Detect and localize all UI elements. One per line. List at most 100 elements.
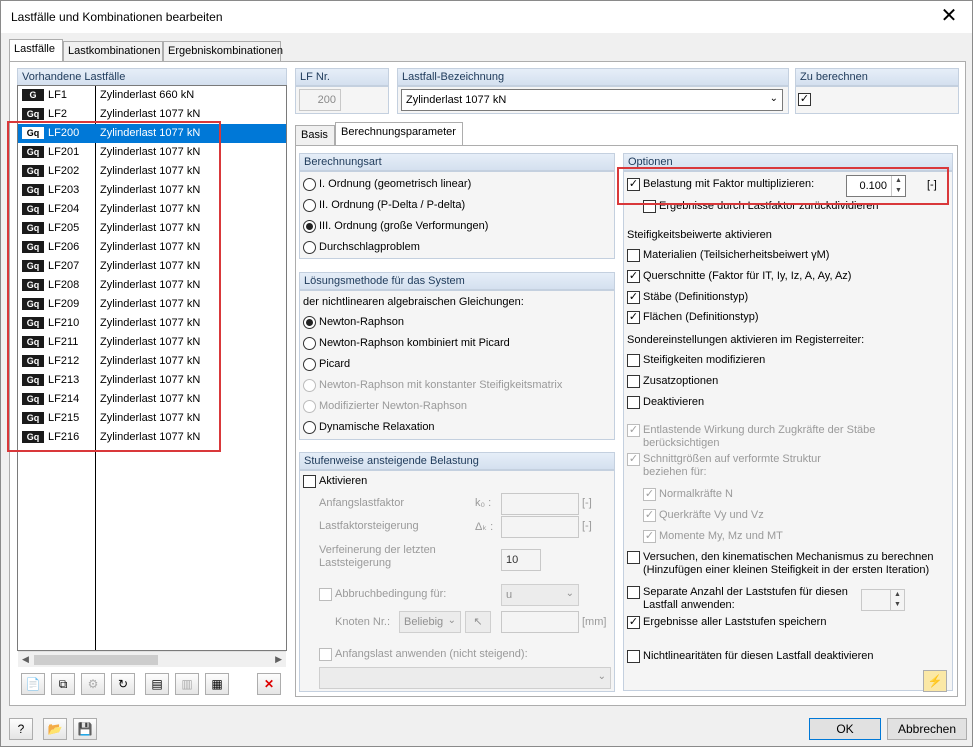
verf-field[interactable]: 10 (501, 549, 541, 571)
separate-checkbox[interactable] (627, 586, 640, 599)
nichtlin-checkbox[interactable] (627, 650, 640, 663)
copy-loadcase-button[interactable]: ⧉ (51, 673, 75, 695)
momente-label: Momente My, Mz und MT (659, 530, 783, 542)
highlight-box-faktor (617, 167, 949, 205)
lightning-icon: ⚡ (927, 674, 943, 688)
radio-picard[interactable] (303, 358, 316, 371)
radio-ordnung-2[interactable] (303, 199, 316, 212)
querschnitte-checkbox[interactable]: ✓ (627, 270, 640, 283)
zu-berechnen-checkbox[interactable]: ✓ (798, 93, 811, 106)
abbruch-combo[interactable]: u ⌄ (501, 584, 579, 606)
separate-field[interactable]: ▲ ▼ (861, 589, 905, 611)
kinematik-checkbox[interactable] (627, 551, 640, 564)
radio-nr-konstant[interactable] (303, 379, 316, 392)
scroll-thumb[interactable] (34, 655, 158, 665)
save-button[interactable]: 💾 (73, 718, 97, 740)
bezeichnung-combo[interactable]: Zylinderlast 1077 kN ⌄ (401, 89, 783, 111)
staebe-checkbox[interactable]: ✓ (627, 291, 640, 304)
normal-checkbox[interactable]: ✓ (643, 488, 656, 501)
abbruch-checkbox[interactable] (319, 588, 332, 601)
quer-checkbox[interactable]: ✓ (643, 509, 656, 522)
zusatz-checkbox[interactable] (627, 375, 640, 388)
spin-down-icon[interactable]: ▼ (891, 600, 904, 610)
loesung-intro: der nichtlinearen algebraischen Gleichun… (303, 296, 524, 308)
separate-spinner[interactable]: ▲ ▼ (890, 590, 904, 610)
export-button[interactable]: ▤ (145, 673, 169, 695)
help-button[interactable]: ? (9, 718, 33, 740)
anfangslast-combo[interactable]: ⌄ (319, 667, 611, 689)
help-icon: ? (17, 722, 25, 736)
tab-label: Ergebniskombinationen (168, 45, 283, 57)
export-icon: ▤ (151, 677, 163, 691)
ergeb-label: Ergebnisse aller Laststufen speichern (643, 616, 827, 628)
radio-ordnung-1[interactable] (303, 178, 316, 191)
flaechen-checkbox[interactable]: ✓ (627, 311, 640, 324)
tab-lastfaelle[interactable]: Lastfälle (9, 39, 63, 62)
close-icon[interactable]: ✕ (938, 5, 960, 27)
ok-button[interactable]: OK (809, 718, 881, 740)
generate-button[interactable]: ⚙ (81, 673, 105, 695)
open-button[interactable]: 📂 (43, 718, 67, 740)
steig-field[interactable] (501, 516, 579, 538)
ergeb-checkbox[interactable]: ✓ (627, 616, 640, 629)
tab-ergebniskombinationen[interactable]: Ergebniskombinationen (163, 41, 283, 61)
table-button[interactable]: ▦ (205, 673, 229, 695)
spin-up-icon[interactable]: ▲ (891, 590, 904, 600)
radio-label: Newton-Raphson (319, 316, 404, 328)
steif-header: Steifigkeitsbeiwerte aktivieren (627, 229, 772, 241)
loesung-header: Lösungsmethode für das System (299, 272, 615, 290)
scroll-right-icon[interactable]: ▶ (275, 654, 282, 665)
verf-label-1: Verfeinerung der letzten (319, 544, 436, 556)
radio-newton-raphson[interactable] (303, 316, 316, 329)
loadcase-id: LF1 (48, 89, 67, 101)
delete-button[interactable]: ✕ (257, 673, 281, 695)
schnitt-checkbox[interactable]: ✓ (627, 453, 640, 466)
steig-label: Lastfaktorsteigerung (319, 520, 419, 532)
bezeichnung-header: Lastfall-Bezeichnung (397, 68, 789, 86)
knoten-pick-button[interactable]: ↖ (465, 611, 491, 633)
renumber-button[interactable]: ↻ (111, 673, 135, 695)
radio-label: Picard (319, 358, 351, 370)
materialien-checkbox[interactable] (627, 249, 640, 262)
optionen-action-button[interactable]: ⚡ (923, 670, 947, 692)
tab-basis[interactable]: Basis (295, 125, 335, 145)
steif-mod-checkbox[interactable] (627, 354, 640, 367)
highlight-box-list (7, 121, 221, 452)
tab-berechnungsparameter[interactable]: Berechnungsparameter (335, 122, 463, 146)
chevron-down-icon: ⌄ (597, 671, 606, 682)
querschnitte-label: Querschnitte (Faktor für IT, Iy, Iz, A, … (643, 270, 852, 282)
entl-checkbox[interactable]: ✓ (627, 424, 640, 437)
loadcase-id: LF2 (48, 108, 67, 120)
momente-checkbox[interactable]: ✓ (643, 530, 656, 543)
normal-label: Normalkräfte N (659, 488, 733, 500)
aktivieren-checkbox[interactable] (303, 475, 316, 488)
tab-lastkombinationen[interactable]: Lastkombinationen (63, 41, 163, 61)
knoten-combo[interactable]: Beliebig ⌄ (399, 611, 461, 633)
sonder-header: Sondereinstellungen aktivieren im Regist… (627, 334, 865, 346)
radio-mod-nr[interactable] (303, 400, 316, 413)
scroll-left-icon[interactable]: ◀ (22, 654, 29, 665)
list-item[interactable]: G LF1 Zylinderlast 660 kN (18, 86, 286, 105)
import-button[interactable]: ▥ (175, 673, 199, 695)
radio-ordnung-3[interactable] (303, 220, 316, 233)
lf-nr-field[interactable]: 200 (299, 89, 341, 111)
chevron-down-icon: ⌄ (565, 588, 574, 599)
new-loadcase-button[interactable]: 📄 (21, 673, 45, 695)
horizontal-scrollbar[interactable]: ◀ ▶ (18, 651, 286, 667)
radio-nr-picard[interactable] (303, 337, 316, 350)
cancel-button[interactable]: Abbrechen (887, 718, 967, 740)
radio-dyn-relax[interactable] (303, 421, 316, 434)
tab-label: Lastfälle (14, 43, 55, 55)
staebe-label: Stäbe (Definitionstyp) (643, 291, 749, 303)
subtab-label: Basis (301, 129, 328, 141)
abbruch-value: u (506, 589, 513, 601)
deakt-checkbox[interactable] (627, 396, 640, 409)
anfangslast-checkbox[interactable] (319, 648, 332, 661)
sep-label-1: Separate Anzahl der Laststufen für diese… (643, 586, 848, 598)
anfangs-symbol: k₀ : (475, 497, 492, 509)
radio-durchschlag[interactable] (303, 241, 316, 254)
anfangs-field[interactable] (501, 493, 579, 515)
dialog-window: Lastfälle und Kombinationen bearbeiten ✕… (0, 0, 973, 747)
table-icon: ▦ (211, 677, 223, 691)
knoten-field[interactable] (501, 611, 579, 633)
